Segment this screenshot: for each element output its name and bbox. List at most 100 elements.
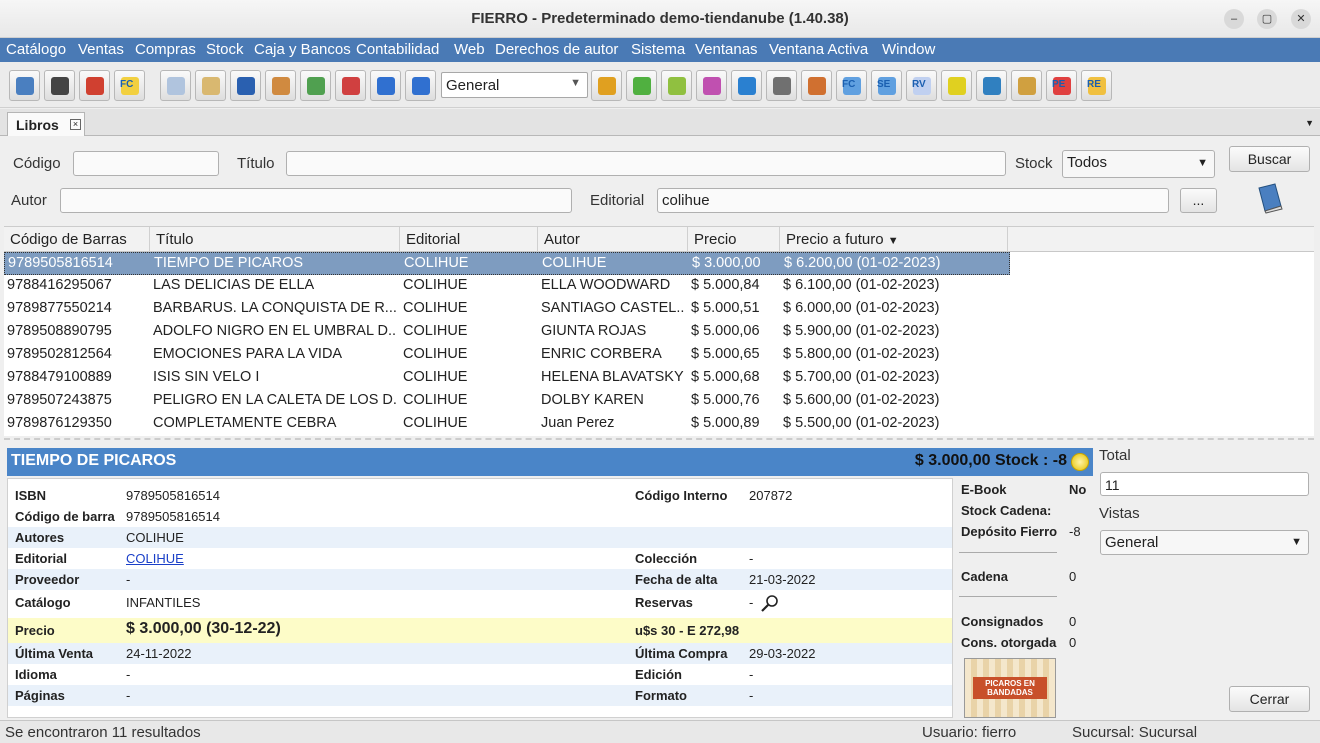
rings-toolbar-button[interactable] (591, 70, 622, 101)
menu-web[interactable]: Web (454, 41, 485, 58)
catalogo-value: INFANTILES (126, 595, 201, 610)
tab-libros[interactable]: Libros × (7, 112, 85, 136)
deposito-value: -8 (1069, 524, 1081, 539)
user-status: Usuario: fierro (922, 724, 1017, 741)
minimize-button[interactable]: – (1224, 9, 1244, 29)
menu-caja-bancos[interactable]: Caja y Bancos (254, 41, 351, 58)
menu-contabilidad[interactable]: Contabilidad (356, 41, 439, 58)
table-cell: DOLBY KAREN (541, 392, 644, 408)
stock-cadena-label: Stock Cadena: (961, 503, 1052, 518)
editorial-link[interactable]: COLIHUE (126, 551, 184, 566)
total-field[interactable]: 11 (1100, 472, 1309, 496)
col-editorial[interactable]: Editorial (400, 227, 538, 252)
shield-toolbar-button[interactable] (230, 70, 261, 101)
formato-value: - (749, 688, 754, 703)
book-toolbar-button[interactable] (9, 70, 40, 101)
table-cell: $ 6.000,00 (01-02-2023) (783, 300, 940, 316)
col-titulo[interactable]: Título (150, 227, 400, 252)
table-row[interactable]: 9789502812564 EMOCIONES PARA LA VIDA COLIH… (4, 344, 1010, 367)
circle-toolbar-button[interactable] (626, 70, 657, 101)
col-autor[interactable]: Autor (538, 227, 688, 252)
menu-sistema[interactable]: Sistema (631, 41, 685, 58)
scroll-toolbar-button[interactable] (265, 70, 296, 101)
rv-toolbar-button[interactable]: RV (906, 70, 937, 101)
document-toolbar-button[interactable] (160, 70, 191, 101)
pe-icon-text: PE (1052, 79, 1066, 90)
view-select[interactable]: General ▼ (441, 72, 588, 98)
search-doc-toolbar-button[interactable] (731, 70, 762, 101)
editorial-browse-button[interactable]: ... (1180, 188, 1217, 213)
cerrar-button[interactable]: Cerrar (1229, 686, 1310, 712)
close-tab-icon[interactable]: × (70, 119, 81, 130)
restore-button[interactable]: ▢ (1257, 9, 1277, 29)
stock-select[interactable]: Todos ▼ (1062, 150, 1215, 178)
splitter[interactable] (4, 438, 1314, 440)
book-icon[interactable] (1255, 182, 1285, 214)
menu-stock[interactable]: Stock (206, 41, 244, 58)
table-row[interactable]: 9789877550214 BARBARUS. LA CONQUISTA DE R… (4, 298, 1010, 321)
fc-window-toolbar-button[interactable]: FC (836, 70, 867, 101)
check-toolbar-button[interactable] (300, 70, 331, 101)
total-label: Total (1099, 447, 1131, 464)
fc-toolbar-button[interactable]: FC (114, 70, 145, 101)
table-row[interactable]: 9789876129350 COMPLETAMENTE CEBRA COLIHUE J… (4, 413, 1010, 436)
tab-menu-icon[interactable]: ▼ (1305, 118, 1314, 128)
table-row[interactable]: 9788479100889 ISIS SIN VELO I COLIHUE HELEN… (4, 367, 1010, 390)
truck-toolbar-button[interactable] (79, 70, 110, 101)
list-toolbar-button[interactable] (370, 70, 401, 101)
re-toolbar-button[interactable]: RE (1081, 70, 1112, 101)
table-cell: $ 5.500,00 (01-02-2023) (783, 415, 940, 431)
menu-window[interactable]: Window (882, 41, 935, 58)
eraser-toolbar-button[interactable] (696, 70, 727, 101)
buscar-button[interactable]: Buscar (1229, 146, 1310, 172)
branch-status: Sucursal: Sucursal (1072, 724, 1198, 741)
table-cell: ISIS SIN VELO I (153, 369, 260, 385)
deposito-label: Depósito Fierro (961, 524, 1058, 539)
book-yellow-toolbar-button[interactable] (941, 70, 972, 101)
menu-ventana-activa[interactable]: Ventana Activa (769, 41, 868, 58)
link-toolbar-button[interactable] (661, 70, 692, 101)
vistas-select[interactable]: General ▼ (1100, 530, 1309, 555)
editorial-input[interactable]: colihue (657, 188, 1169, 213)
menu-catalogo[interactable]: Catálogo (6, 41, 66, 58)
reservas-value: - (749, 595, 754, 610)
barcode-toolbar-button[interactable] (44, 70, 75, 101)
table-row[interactable]: 9789505816514 TIEMPO DE PICAROS COLIHUE COL… (4, 252, 1010, 275)
cross-toolbar-button[interactable] (335, 70, 366, 101)
printer-toolbar-button[interactable] (766, 70, 797, 101)
menu-derechos-autor[interactable]: Derechos de autor (495, 41, 618, 58)
menu-ventanas[interactable]: Ventanas (695, 41, 758, 58)
codigo-barra-label: Código de barra (15, 509, 115, 524)
menu-compras[interactable]: Compras (135, 41, 196, 58)
rv-icon-text: RV (912, 79, 926, 90)
menu-ventas[interactable]: Ventas (78, 41, 124, 58)
printer-icon (773, 77, 791, 95)
magnifier-icon[interactable] (760, 593, 780, 616)
tab-libros-label: Libros (16, 117, 59, 133)
status-bar: Se encontraron 11 resultados Usuario: fi… (0, 720, 1320, 743)
list-alt-toolbar-button[interactable] (405, 70, 436, 101)
note-toolbar-button[interactable] (195, 70, 226, 101)
table-row[interactable]: 9788416295067 LAS DELICIAS DE ELLA COLIHUE… (4, 275, 1010, 298)
autor-input[interactable] (60, 188, 572, 213)
se-toolbar-button[interactable]: SE (871, 70, 902, 101)
paginas-value: - (126, 688, 131, 703)
titulo-label: Título (237, 155, 275, 172)
table-cell: COMPLETAMENTE CEBRA (153, 415, 337, 431)
col-precio[interactable]: Precio (688, 227, 780, 252)
titulo-input[interactable] (286, 151, 1006, 176)
col-codigo-barras[interactable]: Código de Barras (4, 227, 150, 252)
fecha-alta-value: 21-03-2022 (749, 572, 816, 587)
codigo-input[interactable] (73, 151, 219, 176)
cover-title: PICAROS EN BANDADAS (973, 677, 1047, 699)
drop-toolbar-button[interactable] (976, 70, 1007, 101)
box-toolbar-button[interactable] (1011, 70, 1042, 101)
col-precio-futuro[interactable]: Precio a futuro ▼ (780, 227, 1008, 252)
table-row[interactable]: 9789507243875 PELIGRO EN LA CALETA DE LOS… (4, 390, 1010, 413)
results-table: Código de Barras Título Editorial Autor … (4, 226, 1314, 436)
table-row[interactable]: 9789508890795 ADOLFO NIGRO EN EL UMBRAL D… (4, 321, 1010, 344)
pe-toolbar-button[interactable]: PE (1046, 70, 1077, 101)
book-cover-image: PICAROS EN BANDADAS (964, 658, 1056, 718)
store-toolbar-button[interactable] (801, 70, 832, 101)
close-window-button[interactable]: ✕ (1291, 9, 1311, 29)
